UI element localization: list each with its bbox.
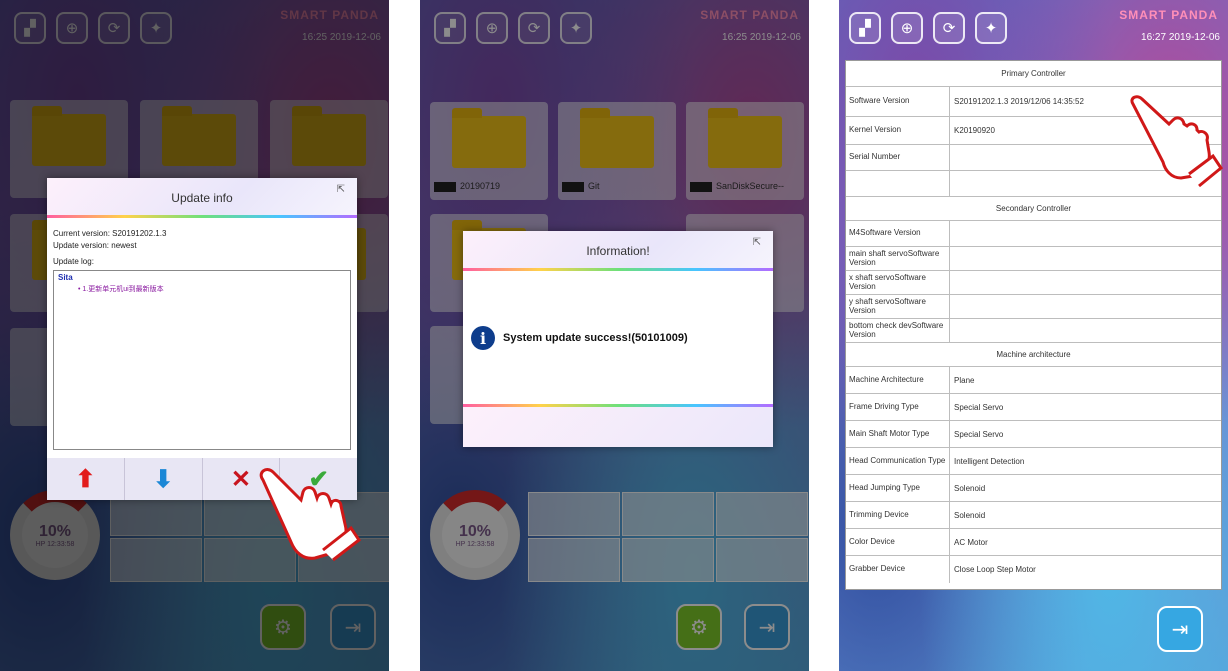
dialog-header: Information! ⇱	[463, 231, 773, 271]
row-value: Special Servo	[954, 402, 1004, 412]
update-log-label: Update log:	[53, 257, 94, 266]
dialog-title: Update info	[171, 191, 233, 205]
row-value: Special Servo	[954, 429, 1004, 439]
table-row: Frame Driving Type Special Servo	[846, 394, 1221, 421]
row-value	[950, 319, 1221, 342]
table-row: Grabber Device Close Loop Step Motor	[846, 556, 1221, 583]
rainbow-divider	[47, 215, 357, 218]
current-version-text: Current version: S20191202.1.3	[53, 229, 167, 238]
screen-information: ▞ ⊕ ⟳ ✦ SMART PANDA 16:25 2019-12-06 201…	[420, 0, 809, 671]
brand-logo: SMART PANDA	[1119, 8, 1218, 22]
row-label: Grabber Device	[846, 556, 950, 583]
row-value	[950, 247, 1221, 270]
move-up-button[interactable]: ⬆	[47, 458, 125, 500]
dialog-header: Update info ⇱	[47, 178, 357, 218]
table-row: Head Jumping Type Solenoid	[846, 475, 1221, 502]
row-label: Trimming Device	[846, 502, 950, 528]
section-title: Primary Controller	[846, 61, 1221, 87]
row-label: main shaft servoSoftware Version	[846, 247, 950, 270]
dialog-footer[interactable]	[463, 407, 773, 447]
update-info-dialog: Update info ⇱ Current version: S20191202…	[47, 178, 357, 500]
table-row: bottom check devSoftware Version	[846, 319, 1221, 343]
log-item: • 1.更新单元机ui到最新版本	[78, 286, 164, 293]
row-value: Solenoid	[954, 483, 986, 493]
cycle-icon[interactable]: ⟳	[933, 12, 965, 44]
section-title: Secondary Controller	[846, 197, 1221, 221]
cursor-icon: ⇱	[752, 237, 761, 248]
row-label: Color Device	[846, 529, 950, 555]
clock: 16:27 2019-12-06	[1141, 32, 1220, 43]
screen-update-info: ▞ ⊕ ⟳ ✦ SMART PANDA 16:25 2019-12-06 10%…	[0, 0, 389, 671]
information-dialog: Information! ⇱ i System update success!(…	[463, 231, 773, 447]
row-label: x shaft servoSoftware Version	[846, 271, 950, 294]
table-row: Head Communication Type Intelligent Dete…	[846, 448, 1221, 475]
update-log-box[interactable]: Sita • 1.更新单元机ui到最新版本	[53, 270, 351, 450]
table-row: y shaft servoSoftware Version	[846, 295, 1221, 319]
table-row: Trimming Device Solenoid	[846, 502, 1221, 529]
row-label: Head Communication Type	[846, 448, 950, 474]
exit-button[interactable]: ⇥	[1157, 606, 1203, 652]
row-value: Close Loop Step Motor	[954, 565, 1036, 574]
table-row: x shaft servoSoftware Version	[846, 271, 1221, 295]
message-row: i System update success!(50101009)	[471, 326, 688, 350]
message-text: System update success!(50101009)	[503, 332, 688, 344]
row-label: Software Version	[846, 87, 950, 116]
table-row: Main Shaft Motor Type Special Servo	[846, 421, 1221, 448]
table-row: Color Device AC Motor	[846, 529, 1221, 556]
rainbow-divider	[463, 268, 773, 271]
screen-version-info: ▞ ⊕ ⟳ ✦ SMART PANDA 16:27 2019-12-06 Pri…	[839, 0, 1228, 671]
row-value: Intelligent Detection	[954, 456, 1025, 466]
row-value	[950, 221, 1221, 246]
info-icon: i	[471, 326, 495, 350]
table-row: main shaft servoSoftware Version	[846, 247, 1221, 271]
row-label: Machine Architecture	[846, 367, 950, 393]
row-label: bottom check devSoftware Version	[846, 319, 950, 342]
table-row: Machine Architecture Plane	[846, 367, 1221, 394]
row-label	[846, 171, 950, 196]
top-bar: ▞ ⊕ ⟳ ✦ SMART PANDA 16:27 2019-12-06	[839, 0, 1228, 58]
dialog-title: Information!	[586, 244, 650, 258]
row-value: Solenoid	[954, 510, 986, 520]
row-value: Plane	[954, 375, 975, 385]
row-label: y shaft servoSoftware Version	[846, 295, 950, 318]
row-label: Main Shaft Motor Type	[846, 421, 950, 447]
section-title: Machine architecture	[846, 343, 1221, 367]
cursor-icon: ⇱	[336, 184, 345, 195]
move-down-button[interactable]: ⬇	[125, 458, 203, 500]
row-value	[950, 295, 1221, 318]
row-label: M4Software Version	[846, 221, 950, 246]
row-label: Kernel Version	[846, 117, 950, 144]
update-version-text: Update version: newest	[53, 241, 137, 250]
row-value: AC Motor	[954, 537, 988, 547]
row-label: Head Jumping Type	[846, 475, 950, 501]
pointing-hand-icon	[1130, 95, 1224, 188]
table-row: M4Software Version	[846, 221, 1221, 247]
row-value	[950, 271, 1221, 294]
row-label: Serial Number	[846, 145, 950, 170]
log-title: Sita	[58, 273, 73, 282]
row-label: Frame Driving Type	[846, 394, 950, 420]
download-icon[interactable]: ⊕	[891, 12, 923, 44]
bulb-icon[interactable]: ✦	[975, 12, 1007, 44]
windows-icon[interactable]: ▞	[849, 12, 881, 44]
pointing-hand-icon	[259, 468, 362, 562]
